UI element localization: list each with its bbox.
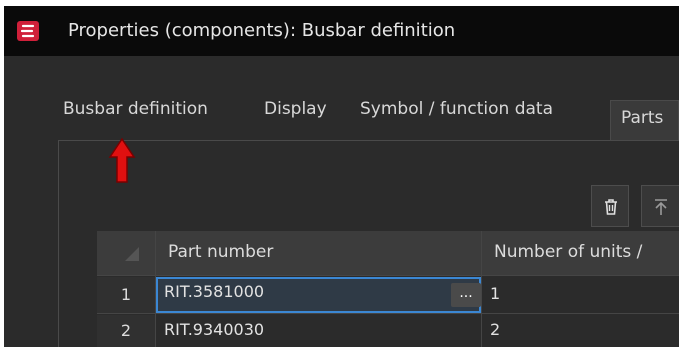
- window-title: Properties (components): Busbar definiti…: [68, 20, 456, 41]
- tab-display[interactable]: Display: [264, 99, 327, 119]
- browse-part-button[interactable]: ...: [451, 283, 481, 307]
- part-number-value: RIT.3581000: [164, 282, 265, 301]
- units-cell-2[interactable]: 2: [482, 315, 679, 347]
- column-header-number-of-units[interactable]: Number of units /: [482, 231, 679, 275]
- grid-line: [155, 231, 156, 347]
- part-number-cell-2[interactable]: RIT.9340030: [156, 315, 481, 347]
- row-header-1[interactable]: 1: [97, 277, 155, 313]
- part-number-cell-1[interactable]: RIT.3581000: [156, 277, 481, 313]
- grid-line: [481, 231, 482, 347]
- title-bar: Properties (components): Busbar definiti…: [4, 6, 679, 56]
- tab-symbol-function-data[interactable]: Symbol / function data: [360, 99, 553, 119]
- tab-parts[interactable]: Parts: [610, 100, 679, 140]
- grid-line: [97, 275, 679, 276]
- move-to-top-button[interactable]: [641, 185, 679, 227]
- app-logo-icon: [17, 21, 39, 41]
- properties-dialog: Properties (components): Busbar definiti…: [4, 6, 679, 347]
- tab-busbar-definition[interactable]: Busbar definition: [63, 99, 208, 119]
- grid-line: [97, 313, 679, 314]
- grid-select-all-corner[interactable]: [97, 231, 155, 275]
- row-header-2[interactable]: 2: [97, 315, 155, 347]
- tab-content-border: [58, 140, 59, 347]
- column-header-part-number[interactable]: Part number: [156, 231, 481, 275]
- units-cell-1[interactable]: 1: [482, 277, 679, 313]
- delete-button[interactable]: [591, 185, 629, 227]
- tab-strip-divider: [58, 140, 679, 141]
- annotation-arrow-up-icon: [108, 137, 136, 183]
